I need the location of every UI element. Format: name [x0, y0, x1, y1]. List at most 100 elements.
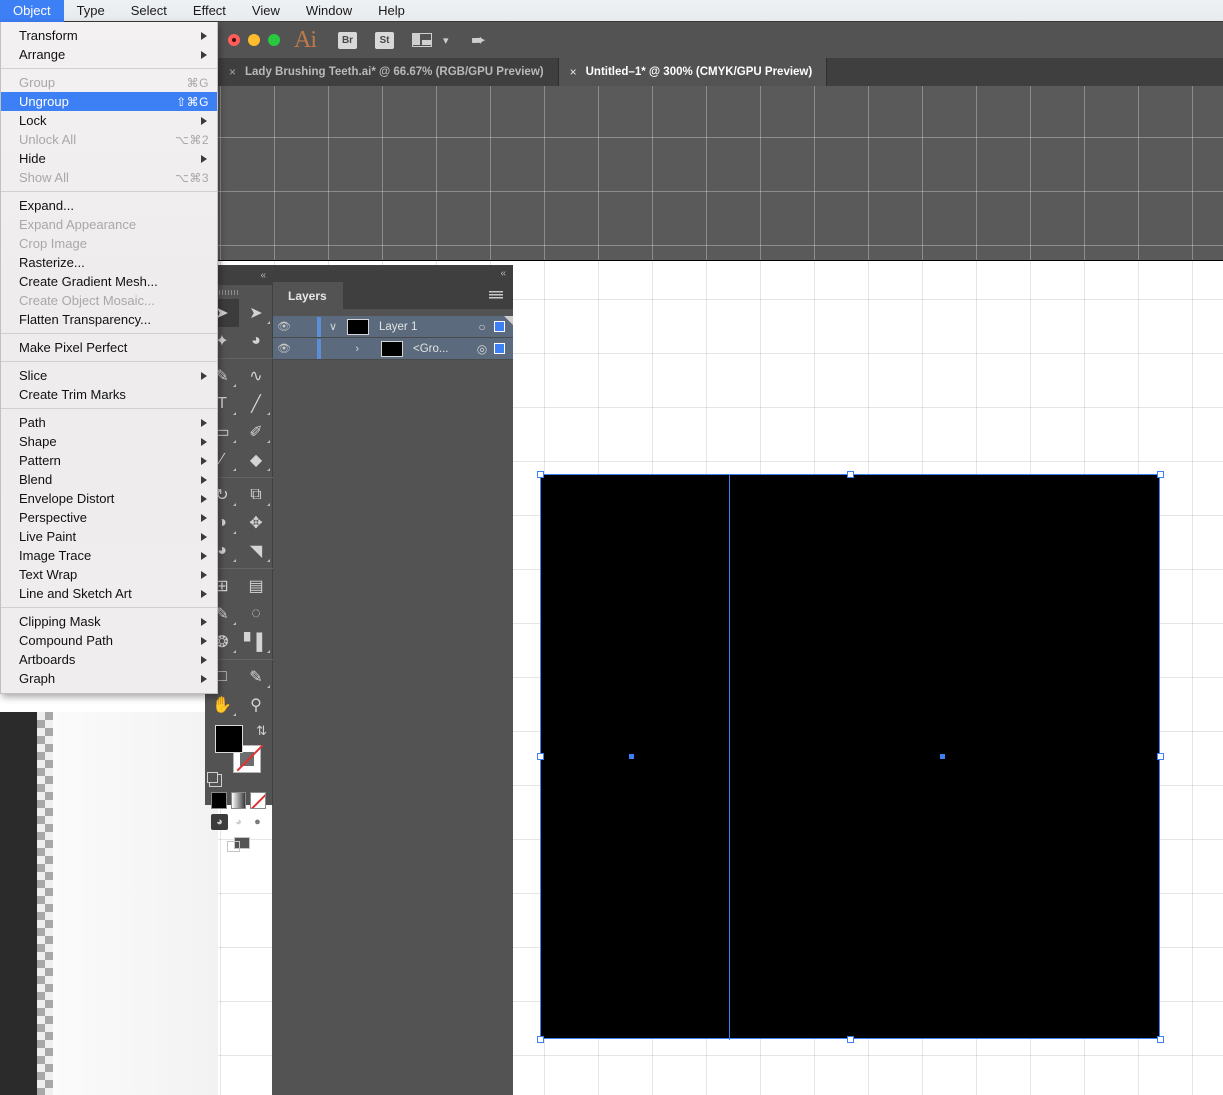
menu-type[interactable]: Type	[64, 0, 118, 22]
eye-visible-icon[interactable]: 👁	[272, 342, 296, 355]
menu-item-make-pixel-perfect[interactable]: Make Pixel Perfect	[1, 338, 217, 357]
layer-name[interactable]: <Gro...	[403, 343, 470, 355]
menu-item-artboards[interactable]: Artboards	[1, 650, 217, 669]
menu-item-ungroup[interactable]: Ungroup ⇧⌘G	[1, 92, 217, 111]
free-transform-tool[interactable]: ✥	[239, 509, 273, 537]
lasso-tool[interactable]: ◕	[239, 327, 273, 355]
eye-visible-icon[interactable]: 👁	[272, 320, 296, 333]
arrange-documents-icon[interactable]	[412, 33, 432, 47]
path-anchor-point[interactable]	[629, 754, 634, 759]
selection-handle-bl[interactable]	[537, 1036, 544, 1043]
menu-item-slice[interactable]: Slice	[1, 366, 217, 385]
disclosure-triangle-icon[interactable]: ∨	[321, 320, 345, 333]
transparency-checker-strip	[37, 712, 53, 1095]
menu-item-hide[interactable]: Hide	[1, 149, 217, 168]
zoom-tool[interactable]: ⚲	[239, 691, 273, 719]
menu-item-line-and-sketch-art[interactable]: Line and Sketch Art	[1, 584, 217, 603]
layer-name[interactable]: Layer 1	[369, 321, 470, 333]
window-close-dot[interactable]	[228, 34, 240, 46]
color-swatch-solid[interactable]	[211, 792, 227, 809]
menu-item-text-wrap[interactable]: Text Wrap	[1, 565, 217, 584]
share-rocket-icon[interactable]: ➨	[470, 29, 486, 51]
fill-stroke-controls: ⇅	[205, 723, 273, 789]
direct-selection-tool[interactable]: ➤	[239, 299, 273, 327]
window-controls	[228, 34, 280, 46]
menu-item-live-paint[interactable]: Live Paint	[1, 527, 217, 546]
line-segment-tool[interactable]: ╱	[239, 390, 273, 418]
gradient-tool[interactable]: ▤	[239, 572, 273, 600]
close-icon[interactable]: ×	[229, 65, 236, 79]
menu-item-pattern[interactable]: Pattern	[1, 451, 217, 470]
blend-tool[interactable]: ◌	[239, 600, 273, 628]
screen-mode-icon[interactable]	[226, 837, 251, 853]
tab-layers[interactable]: Layers	[272, 282, 343, 309]
menu-item-rasterize[interactable]: Rasterize...	[1, 253, 217, 272]
fill-swatch[interactable]	[215, 725, 243, 753]
document-tab-untitled-1[interactable]: × Untitled–1* @ 300% (CMYK/GPU Preview)	[558, 58, 828, 86]
menu-window[interactable]: Window	[293, 0, 365, 22]
selection-handle-br[interactable]	[1157, 1036, 1164, 1043]
default-fill-stroke-icon[interactable]	[207, 772, 222, 787]
collapse-panel-icon[interactable]: «	[272, 265, 513, 282]
menu-item-flatten-transparency[interactable]: Flatten Transparency...	[1, 310, 217, 329]
none-swatch[interactable]	[250, 792, 267, 809]
menu-item-create-trim-marks[interactable]: Create Trim Marks	[1, 385, 217, 404]
eraser-tool[interactable]: ◆	[239, 446, 273, 474]
perspective-grid-tool[interactable]: ◥	[239, 537, 273, 565]
menu-item-clipping-mask[interactable]: Clipping Mask	[1, 612, 217, 631]
target-indicator-icon[interactable]: ○	[470, 320, 494, 334]
menu-item-envelope-distort[interactable]: Envelope Distort	[1, 489, 217, 508]
chevron-down-icon[interactable]: ▾	[443, 34, 449, 47]
menu-item-shortcut: ⌥⌘2	[174, 132, 209, 147]
menu-item-blend[interactable]: Blend	[1, 470, 217, 489]
gradient-swatch[interactable]	[230, 792, 247, 809]
selection-handle-ml[interactable]	[537, 753, 544, 760]
paintbrush-tool[interactable]: ✐	[239, 418, 273, 446]
menu-item-lock[interactable]: Lock	[1, 111, 217, 130]
bridge-icon[interactable]: Br	[338, 31, 357, 49]
draw-inside-button[interactable]: ●	[249, 814, 266, 830]
path-anchor-point[interactable]	[940, 754, 945, 759]
menu-item-compound-path[interactable]: Compound Path	[1, 631, 217, 650]
menu-item-shape[interactable]: Shape	[1, 432, 217, 451]
curvature-tool[interactable]: ∿	[239, 362, 273, 390]
menu-effect[interactable]: Effect	[180, 0, 239, 22]
selection-handle-tl[interactable]	[537, 471, 544, 478]
target-indicator-icon[interactable]: ◎	[470, 342, 494, 356]
selection-handle-tc[interactable]	[847, 471, 854, 478]
menu-item-graph[interactable]: Graph	[1, 669, 217, 688]
menu-item-arrange[interactable]: Arrange	[1, 45, 217, 64]
stock-icon[interactable]: St	[375, 31, 394, 49]
slice-tool[interactable]: ✎	[239, 663, 273, 691]
hand-tool[interactable]: ✋	[205, 691, 239, 719]
screen-mode-row	[205, 830, 272, 853]
selection-handle-mr[interactable]	[1157, 753, 1164, 760]
draw-normal-button[interactable]: ◕	[211, 814, 228, 830]
disclosure-triangle-icon[interactable]: ›	[321, 343, 363, 355]
window-zoom-dot[interactable]	[268, 34, 280, 46]
menu-item-image-trace[interactable]: Image Trace	[1, 546, 217, 565]
selection-handle-tr[interactable]	[1157, 471, 1164, 478]
menu-item-expand[interactable]: Expand...	[1, 196, 217, 215]
selection-handle-bc[interactable]	[847, 1036, 854, 1043]
draw-behind-button[interactable]: ◕	[230, 814, 247, 830]
layer-row-group[interactable]: 👁 › <Gro... ◎	[272, 338, 513, 360]
menu-select[interactable]: Select	[118, 0, 180, 22]
layer-row-layer-1[interactable]: 👁 ∨ Layer 1 ○	[272, 316, 513, 338]
menu-item-transform[interactable]: Transform	[1, 26, 217, 45]
scale-tool[interactable]: ⧉	[239, 481, 273, 509]
window-minimize-dot[interactable]	[248, 34, 260, 46]
menu-view[interactable]: View	[239, 0, 293, 22]
menu-item-path[interactable]: Path	[1, 413, 217, 432]
column-graph-tool[interactable]: ▘▌	[239, 628, 273, 656]
menu-object[interactable]: Object	[0, 0, 64, 22]
menu-help[interactable]: Help	[365, 0, 418, 22]
document-tab-lady-brushing-teeth[interactable]: × Lady Brushing Teeth.ai* @ 66.67% (RGB/…	[218, 58, 559, 86]
menu-item-perspective[interactable]: Perspective	[1, 508, 217, 527]
menu-item-create-gradient-mesh[interactable]: Create Gradient Mesh...	[1, 272, 217, 291]
menu-separator	[1, 68, 217, 69]
swap-fill-stroke-icon[interactable]: ⇅	[256, 723, 267, 739]
close-icon[interactable]: ×	[570, 65, 577, 79]
panel-menu-icon[interactable]	[489, 282, 513, 309]
selection-indicator-square[interactable]	[494, 343, 505, 354]
